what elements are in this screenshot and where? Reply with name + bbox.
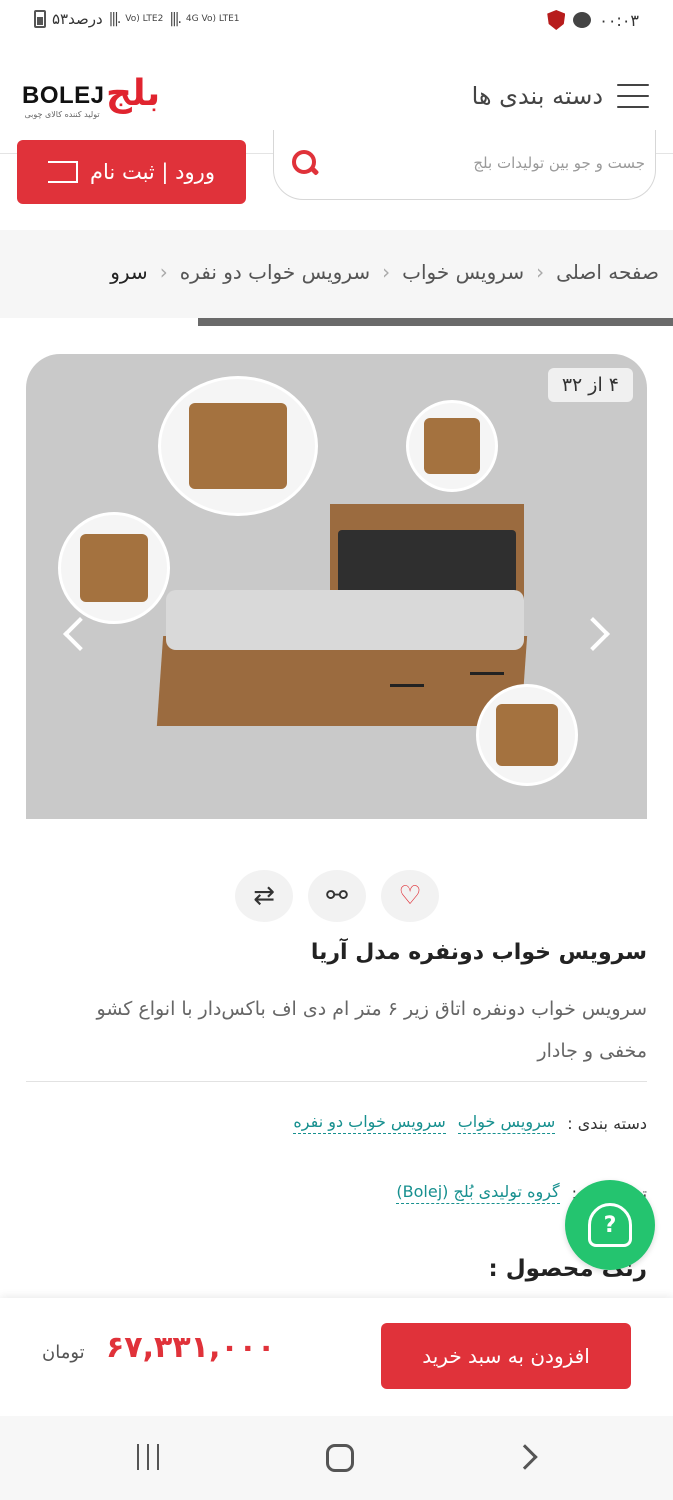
share-button[interactable]: ⚯ [308, 870, 366, 922]
category-row: دسته بندی : سرویس خواب سرویس خواب دو نفر… [293, 1112, 647, 1134]
purchase-bar: افزودن به سبد خرید ۶۷,۳۳۱,۰۰۰ تومان [0, 1298, 673, 1416]
login-arrow-icon [48, 161, 79, 183]
compare-arrows-icon: ⇄ [253, 881, 275, 911]
breadcrumb-item-current: سرو [110, 260, 148, 284]
categories-menu-label[interactable]: دسته بندی ها [472, 82, 603, 110]
headset-help-icon: ? [588, 1203, 632, 1247]
detail-drawer-image [58, 512, 170, 624]
bed-mattress-image [166, 590, 524, 650]
battery-icon [34, 10, 46, 28]
back-icon[interactable] [512, 1444, 538, 1470]
login-label: ورود | ثبت نام [90, 160, 215, 184]
divider [26, 1081, 647, 1082]
drawer-handle [390, 684, 424, 687]
share-icon: ⚯ [326, 881, 348, 911]
support-chat-button[interactable]: ? [565, 1180, 655, 1270]
search-placeholder: جست و جو بین تولیدات بلج [473, 154, 645, 172]
status-left: ۵۳درصد |||. Vo) LTE2 |||. 4G Vo) LTE1 [34, 10, 240, 28]
category-link-bedroom[interactable]: سرویس خواب [457, 1112, 556, 1134]
bed-headboard-pad-image [338, 530, 516, 594]
logo-text: BOLEJ [22, 82, 105, 109]
chat-bubble-icon [573, 12, 592, 28]
producer-link[interactable]: گروه تولیدی بُلج (Bolej) [396, 1182, 560, 1204]
add-to-cart-button[interactable]: افزودن به سبد خرید [381, 1323, 631, 1389]
home-icon[interactable] [326, 1444, 354, 1472]
category-label: دسته بندی : [567, 1113, 647, 1133]
breadcrumb-item-double-bedroom[interactable]: سرویس خواب دو نفره [180, 260, 370, 284]
heart-icon: ♡ [398, 881, 422, 911]
chevron-left-icon: ‹ [382, 260, 391, 284]
detail-headboard-image [406, 400, 498, 492]
site-logo[interactable]: BOLEJ بلج تولید کننده کالای چوبی [22, 73, 161, 126]
logo-mark: بلج [106, 73, 161, 114]
status-right: ۰۰:۰۳ [547, 10, 639, 30]
signal-bars-icon: |||. [169, 11, 182, 27]
favorite-button[interactable]: ♡ [381, 870, 439, 922]
breadcrumb-item-home[interactable]: صفحه اصلی [556, 260, 659, 284]
gallery-prev-icon[interactable] [63, 617, 97, 651]
status-bar: ۵۳درصد |||. Vo) LTE2 |||. 4G Vo) LTE1 ۰۰… [0, 0, 673, 44]
breadcrumb-bar: صفحه اصلی ‹ سرویس خواب ‹ سرویس خواب دو ن… [0, 230, 673, 320]
product-description: سرویس خواب دونفره اتاق زیر ۶ متر ام دی ا… [96, 998, 647, 1062]
price-currency: تومان [42, 1342, 85, 1363]
image-counter: ۴ از ۳۲ [547, 368, 633, 402]
chevron-left-icon: ‹ [536, 260, 545, 284]
chevron-left-icon: ‹ [159, 260, 168, 284]
detail-storage-image [476, 684, 578, 786]
detail-shelf-image [158, 376, 318, 516]
product-image-gallery[interactable]: ۴ از ۳۲ [26, 354, 647, 819]
breadcrumb-scrollbar[interactable] [198, 318, 673, 326]
signal-1-label: Vo) LTE2 [125, 13, 164, 24]
compare-button[interactable]: ⇄ [235, 870, 293, 922]
drawer-handle [470, 672, 504, 675]
signal-bars-icon: |||. [108, 11, 122, 27]
breadcrumb: صفحه اصلی ‹ سرویس خواب ‹ سرویس خواب دو ن… [110, 260, 659, 284]
system-navigation-bar [0, 1416, 673, 1500]
logo-subtitle: تولید کننده کالای چوبی [24, 110, 100, 119]
clock: ۰۰:۰۳ [599, 10, 639, 30]
battery-text: ۵۳درصد [52, 10, 103, 28]
recent-apps-icon[interactable] [137, 1444, 159, 1470]
gallery-next-icon[interactable] [576, 617, 610, 651]
product-title: سرویس خواب دونفره مدل آریا [310, 940, 647, 965]
search-icon[interactable] [292, 150, 318, 176]
product-price: ۶۷,۳۳۱,۰۰۰ [106, 1330, 276, 1365]
category-link-double-bedroom[interactable]: سرویس خواب دو نفره [293, 1112, 446, 1134]
signal-2-label: 4G Vo) LTE1 [185, 13, 240, 24]
login-register-button[interactable]: ورود | ثبت نام [17, 140, 246, 204]
breadcrumb-item-bedroom[interactable]: سرویس خواب [402, 260, 524, 284]
shield-icon [547, 10, 566, 30]
hamburger-menu-icon[interactable] [617, 84, 649, 110]
search-input[interactable]: جست و جو بین تولیدات بلج [273, 130, 656, 200]
